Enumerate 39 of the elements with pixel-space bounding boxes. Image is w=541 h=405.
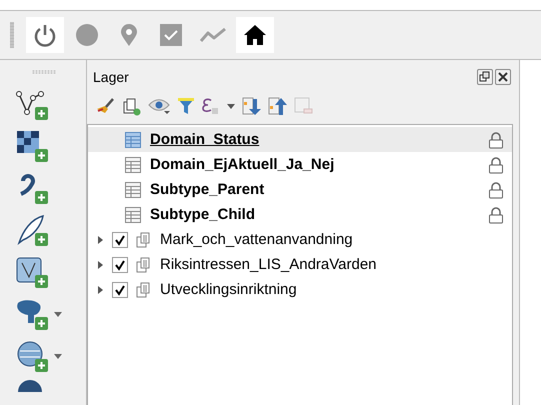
panel-title: Lager <box>93 69 129 85</box>
expand-arrow-icon[interactable] <box>98 236 103 244</box>
checkbox[interactable] <box>112 256 128 272</box>
layer-group-icon <box>136 282 152 298</box>
caret-icon[interactable] <box>54 312 62 316</box>
close-icon[interactable] <box>495 69 511 85</box>
layer-row[interactable]: Subtype_Child <box>88 202 512 227</box>
lock-icon <box>488 156 504 174</box>
lock-icon <box>488 206 504 224</box>
lock-icon <box>488 180 504 198</box>
expand-arrow-icon[interactable] <box>98 260 103 268</box>
home-icon[interactable] <box>236 17 274 53</box>
layer-row[interactable]: Utvecklingsinriktning <box>88 277 512 302</box>
layer-name: Domain_Status <box>150 131 260 148</box>
power-icon[interactable] <box>26 17 64 53</box>
lock-icon <box>488 130 504 148</box>
layer-row[interactable]: Subtype_Parent <box>88 177 512 202</box>
layer-name: Riksintressen_LIS_AndraVarden <box>160 256 377 273</box>
caret-icon[interactable] <box>54 354 62 358</box>
layer-row[interactable]: Mark_och_vattenanvandning <box>88 227 512 252</box>
checkbox[interactable] <box>112 232 128 248</box>
table-icon <box>124 180 142 198</box>
table-icon <box>124 206 142 224</box>
float-icon[interactable] <box>477 69 493 85</box>
checkbox[interactable] <box>112 282 128 298</box>
add-raster-layer-icon[interactable] <box>14 128 50 164</box>
layer-name: Domain_EjAktuell_Ja_Nej <box>150 156 334 173</box>
table-icon <box>124 130 142 148</box>
layer-name: Mark_och_vattenanvandning <box>160 231 353 248</box>
layer-group-icon <box>136 256 152 272</box>
layer-name: Utvecklingsinriktning <box>160 281 297 298</box>
table-icon <box>124 156 142 174</box>
layer-name: Subtype_Parent <box>150 181 264 198</box>
layer-group-icon <box>136 232 152 248</box>
expand-arrow-icon[interactable] <box>98 286 103 294</box>
layer-row[interactable]: Riksintressen_LIS_AndraVarden <box>88 252 512 277</box>
layer-name: Subtype_Child <box>150 206 256 223</box>
layer-row[interactable]: Domain_EjAktuell_Ja_Nej <box>88 152 512 177</box>
layer-row[interactable]: Domain_Status <box>88 127 512 152</box>
